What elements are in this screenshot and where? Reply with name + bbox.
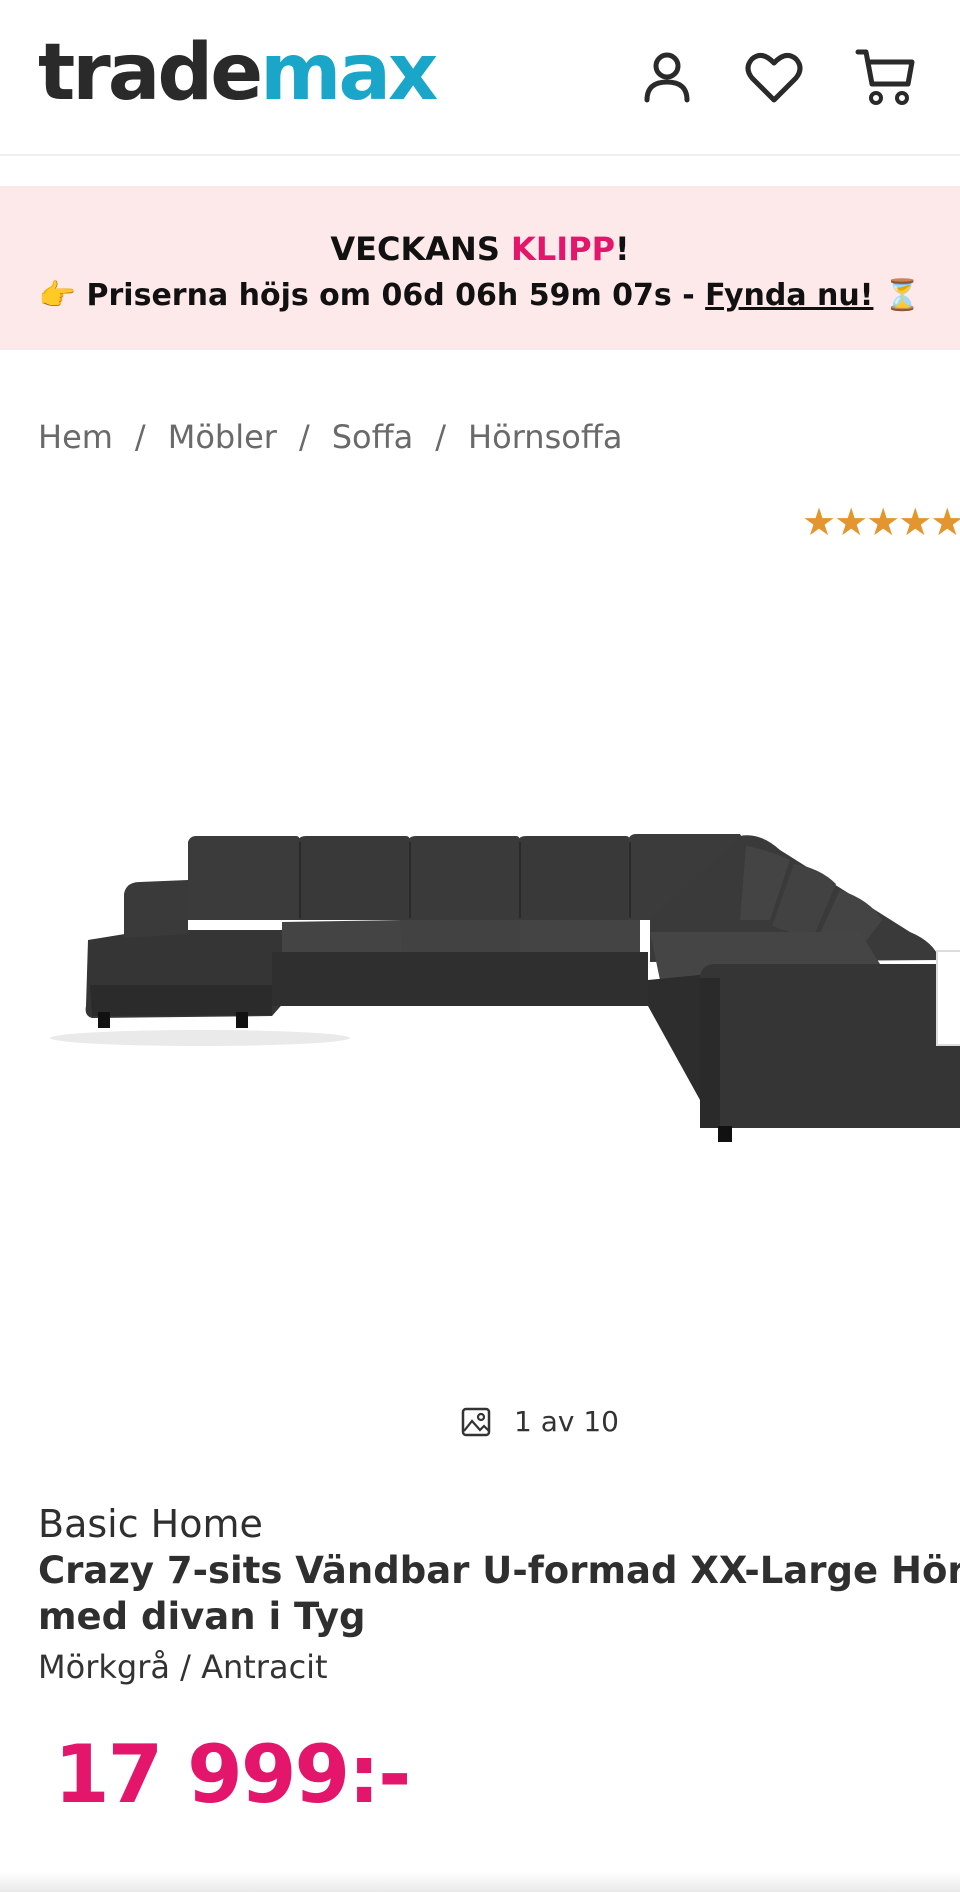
next-image-tab[interactable] bbox=[936, 950, 960, 1046]
deal-link[interactable]: Fynda nu! bbox=[705, 278, 873, 313]
product-price: 17 999:- bbox=[54, 1728, 411, 1821]
breadcrumb-item[interactable]: Hörnsoffa bbox=[468, 418, 622, 456]
trademax-logo[interactable]: trademax bbox=[38, 34, 438, 112]
gallery-counter: 1 av 10 bbox=[460, 1405, 619, 1438]
promo-banner: VECKANS KLIPP! 👉 Priserna höjs om 06d 06… bbox=[0, 186, 960, 350]
bottom-bar-edge bbox=[0, 1872, 960, 1892]
heart-icon[interactable] bbox=[742, 46, 806, 110]
site-header: trademax bbox=[0, 0, 960, 156]
product-variant: Mörkgrå / Antracit bbox=[38, 1648, 328, 1686]
rating-stars[interactable]: ★★★★★ bbox=[802, 500, 960, 544]
breadcrumb-item[interactable]: Soffa bbox=[332, 418, 414, 456]
product-brand[interactable]: Basic Home bbox=[38, 1502, 263, 1546]
hourglass-icon: ⏳ bbox=[873, 278, 922, 313]
breadcrumb: Hem / Möbler / Soffa / Hörnsoffa bbox=[38, 418, 623, 456]
product-title: Crazy 7-sits Vändbar U-formad XX-Large H… bbox=[38, 1549, 960, 1638]
banner-countdown: 👉 Priserna höjs om 06d 06h 59m 07s - Fyn… bbox=[38, 278, 922, 313]
cart-icon[interactable] bbox=[854, 46, 918, 110]
image-icon bbox=[461, 1407, 491, 1436]
breadcrumb-item[interactable]: Hem bbox=[38, 418, 113, 456]
product-image[interactable] bbox=[0, 560, 960, 1200]
pointing-hand-icon: 👉 bbox=[38, 278, 77, 313]
breadcrumb-item[interactable]: Möbler bbox=[168, 418, 277, 456]
user-icon[interactable] bbox=[635, 46, 699, 110]
gallery-counter-text: 1 av 10 bbox=[514, 1405, 619, 1438]
banner-title: VECKANS KLIPP! bbox=[330, 230, 630, 268]
